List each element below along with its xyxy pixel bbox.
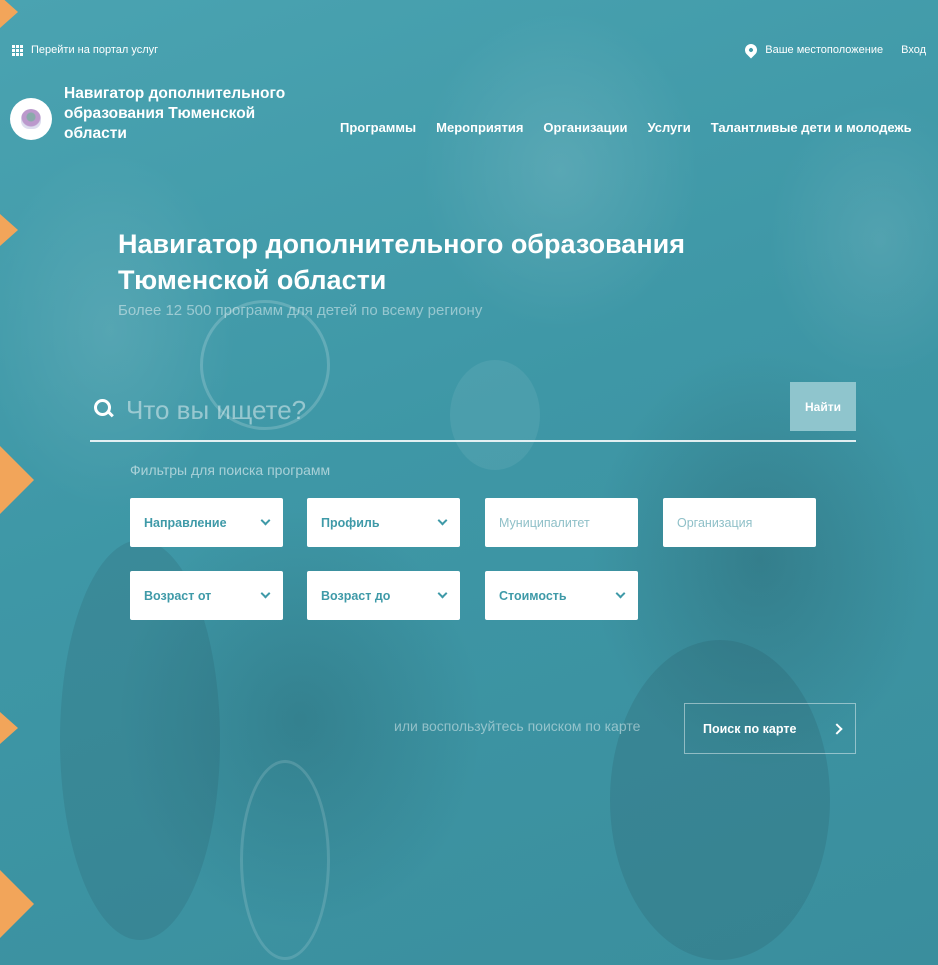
filter-cost[interactable]: Стоимость xyxy=(485,571,638,620)
filter-municipality-label: Муниципалитет xyxy=(499,515,590,530)
annotation-arrow xyxy=(0,446,34,514)
location-link[interactable]: Ваше местоположение xyxy=(765,44,883,56)
filter-profile-label: Профиль xyxy=(321,515,380,530)
filter-organization-label: Организация xyxy=(677,515,753,530)
filter-municipality[interactable]: Муниципалитет xyxy=(485,498,638,547)
emblem-logo[interactable] xyxy=(10,98,52,140)
annotation-arrow xyxy=(0,214,18,246)
site-header: Навигатор дополнительного образования Тю… xyxy=(10,84,938,154)
map-search-button[interactable]: Поиск по карте xyxy=(684,703,856,754)
top-bar: Перейти на портал услуг Ваше местоположе… xyxy=(0,0,938,72)
location-pin-icon xyxy=(742,41,760,59)
filter-age-to-label: Возраст до xyxy=(321,588,391,603)
filter-direction[interactable]: Направление xyxy=(130,498,283,547)
page-subtitle: Более 12 500 программ для детей по всему… xyxy=(118,302,483,319)
nav-item-organizations[interactable]: Организации xyxy=(543,120,627,135)
nav-item-programs[interactable]: Программы xyxy=(340,120,416,135)
annotation-arrow xyxy=(0,870,34,938)
search-icon xyxy=(94,399,112,417)
chevron-down-icon xyxy=(437,588,448,599)
map-search-button-label: Поиск по карте xyxy=(703,721,797,736)
portal-link-label: Перейти на портал услуг xyxy=(31,44,159,56)
login-link[interactable]: Вход xyxy=(901,44,926,56)
filter-age-from[interactable]: Возраст от xyxy=(130,571,283,620)
nav-item-services[interactable]: Услуги xyxy=(647,120,690,135)
apps-grid-icon xyxy=(12,44,23,56)
main-nav: Программы Мероприятия Организации Услуги… xyxy=(340,120,912,135)
site-brand[interactable]: Навигатор дополнительного образования Тю… xyxy=(64,84,304,144)
search-bar: Найти xyxy=(90,380,856,442)
chevron-down-icon xyxy=(437,515,448,526)
search-input[interactable] xyxy=(126,390,726,430)
nav-item-events[interactable]: Мероприятия xyxy=(436,120,523,135)
filter-profile[interactable]: Профиль xyxy=(307,498,460,547)
filter-age-from-label: Возраст от xyxy=(144,588,212,603)
find-button[interactable]: Найти xyxy=(790,382,856,431)
chevron-down-icon xyxy=(260,588,271,599)
filters-label: Фильтры для поиска программ xyxy=(130,462,331,478)
location-area: Ваше местоположение Вход xyxy=(742,28,926,72)
portal-link[interactable]: Перейти на портал услуг xyxy=(12,28,158,72)
filter-cost-label: Стоимость xyxy=(499,588,567,603)
filter-age-to[interactable]: Возраст до xyxy=(307,571,460,620)
chevron-down-icon xyxy=(615,588,626,599)
map-search-hint: или воспользуйтесь поиском по карте xyxy=(394,718,641,734)
annotation-arrow xyxy=(0,712,18,744)
coat-of-arms-icon xyxy=(21,109,41,129)
filter-organization[interactable]: Организация xyxy=(663,498,816,547)
filter-direction-label: Направление xyxy=(144,515,227,530)
nav-item-talented-youth[interactable]: Талантливые дети и молодежь xyxy=(711,120,912,135)
page-title: Навигатор дополнительного образования Тю… xyxy=(118,229,685,295)
chevron-down-icon xyxy=(260,515,271,526)
chevron-right-icon xyxy=(831,722,843,735)
